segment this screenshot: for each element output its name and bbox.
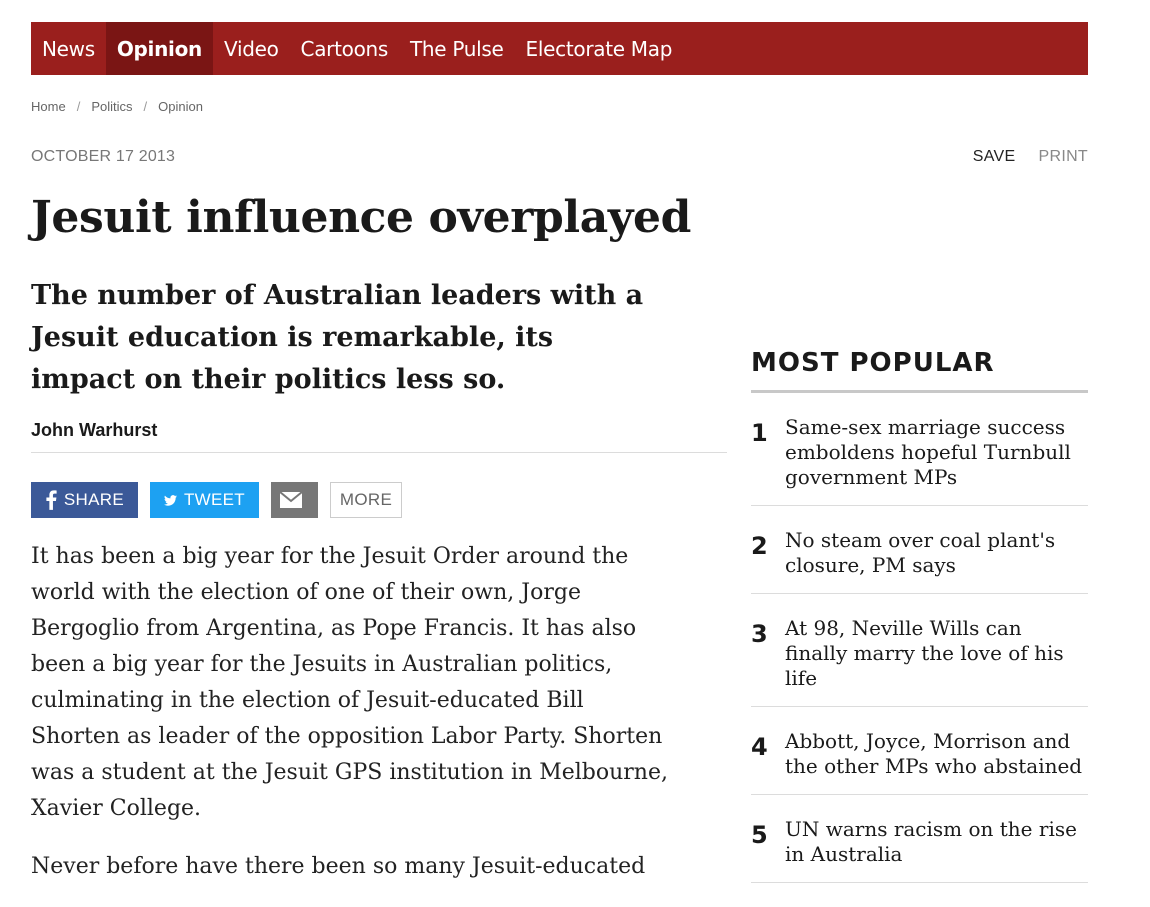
most-popular-link[interactable]: At 98, Neville Wills can finally marry t… xyxy=(785,616,1088,691)
rank-number: 2 xyxy=(751,532,768,560)
print-button[interactable]: PRINT xyxy=(1039,148,1089,166)
article-headline: Jesuit influence overplayed xyxy=(31,192,691,243)
most-popular-list: 1 Same-sex marriage success emboldens ho… xyxy=(751,393,1088,883)
facebook-share-button[interactable]: SHARE xyxy=(31,482,138,518)
breadcrumb: Home / Politics / Opinion xyxy=(31,99,203,114)
email-share-button[interactable] xyxy=(271,482,318,518)
article-body: It has been a big year for the Jesuit Or… xyxy=(31,539,671,907)
author-byline[interactable]: John Warhurst xyxy=(31,420,157,441)
article-date: OCTOBER 17 2013 xyxy=(31,148,176,165)
most-popular-link[interactable]: Same-sex marriage success emboldens hope… xyxy=(785,415,1088,490)
most-popular-item[interactable]: 3 At 98, Neville Wills can finally marry… xyxy=(751,594,1088,707)
nav-item-electorate-map[interactable]: Electorate Map xyxy=(515,22,684,75)
rank-number: 4 xyxy=(751,733,768,761)
nav-item-video[interactable]: Video xyxy=(213,22,290,75)
nav-item-news[interactable]: News xyxy=(31,22,106,75)
divider xyxy=(31,452,727,453)
facebook-icon xyxy=(46,490,57,510)
breadcrumb-politics[interactable]: Politics xyxy=(91,99,132,114)
most-popular-link[interactable]: Abbott, Joyce, Morrison and the other MP… xyxy=(785,729,1088,779)
breadcrumb-separator: / xyxy=(143,99,148,114)
article-tools: SAVE PRINT xyxy=(973,148,1088,166)
breadcrumb-opinion[interactable]: Opinion xyxy=(158,99,203,114)
most-popular-item[interactable]: 5 UN warns racism on the rise in Austral… xyxy=(751,795,1088,883)
most-popular-link[interactable]: No steam over coal plant's closure, PM s… xyxy=(785,528,1088,578)
rank-number: 5 xyxy=(751,821,768,849)
breadcrumb-separator: / xyxy=(76,99,81,114)
twitter-icon xyxy=(164,494,177,506)
more-share-button[interactable]: MORE xyxy=(330,482,402,518)
article-standfirst: The number of Australian leaders with a … xyxy=(31,280,644,395)
facebook-share-label: SHARE xyxy=(63,490,124,509)
rank-number: 1 xyxy=(751,419,768,447)
twitter-share-label: TWEET xyxy=(184,490,245,509)
most-popular-panel: MOST POPULAR 1 Same-sex marriage success… xyxy=(751,348,1088,883)
breadcrumb-home[interactable]: Home xyxy=(31,99,66,114)
save-button[interactable]: SAVE xyxy=(973,148,1016,166)
article-paragraph: Never before have there been so many Jes… xyxy=(31,854,646,879)
share-bar: SHARE TWEET MORE xyxy=(31,482,402,518)
main-nav: News Opinion Video Cartoons The Pulse El… xyxy=(31,22,1088,75)
most-popular-link[interactable]: UN warns racism on the rise in Australia xyxy=(785,817,1088,867)
article-paragraph: It has been a big year for the Jesuit Or… xyxy=(31,544,668,821)
most-popular-item[interactable]: 4 Abbott, Joyce, Morrison and the other … xyxy=(751,707,1088,795)
nav-item-opinion[interactable]: Opinion xyxy=(105,22,213,75)
most-popular-title: MOST POPULAR xyxy=(751,348,1088,393)
twitter-share-button[interactable]: TWEET xyxy=(150,482,259,518)
rank-number: 3 xyxy=(751,620,768,648)
most-popular-item[interactable]: 2 No steam over coal plant's closure, PM… xyxy=(751,506,1088,594)
nav-item-cartoons[interactable]: Cartoons xyxy=(290,22,399,75)
most-popular-item[interactable]: 1 Same-sex marriage success emboldens ho… xyxy=(751,393,1088,506)
nav-item-the-pulse[interactable]: The Pulse xyxy=(399,22,515,75)
email-icon xyxy=(280,492,302,508)
